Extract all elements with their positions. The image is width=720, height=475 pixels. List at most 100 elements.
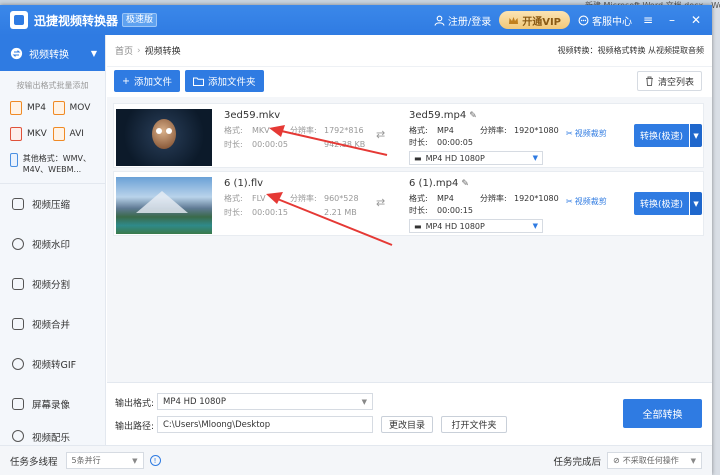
video-thumbnail (116, 177, 212, 234)
video-cut-link[interactable]: ✂ 视频裁剪 (566, 196, 607, 207)
vip-button[interactable]: 开通VIP (499, 11, 570, 29)
chevron-down-icon: ▼ (132, 456, 138, 465)
sidebar-active-label: 视频转换 (29, 49, 69, 61)
other-formats-label: 其他格式：WMV、M4V、WEBM... (22, 154, 91, 174)
convert-dropdown-icon[interactable]: ▼ (690, 124, 703, 147)
format-label: 格式: (224, 194, 243, 203)
output-format-select[interactable]: MP4 HD 1080P ▼ (157, 393, 373, 410)
threads-select[interactable]: 5条并行 ▼ (65, 452, 144, 469)
edit-name-icon[interactable]: ✎ (461, 179, 469, 189)
format-mkv[interactable]: MKV (10, 127, 53, 141)
convert-label[interactable]: 转换(极速) (634, 124, 690, 147)
support-link[interactable]: 客服中心 (578, 13, 632, 28)
folder-icon (192, 77, 204, 86)
thumbnail-figure (152, 119, 176, 149)
avi-file-icon (52, 127, 65, 141)
resolution-label: 分辨率: (290, 194, 317, 203)
convert-all-button[interactable]: 全部转换 (623, 399, 702, 428)
target-duration: 00:00:05 (437, 138, 473, 147)
chevron-down-icon: ▼ (532, 222, 538, 230)
cut-label: 视频裁剪 (574, 129, 607, 138)
target-filename-text: 6 (1).mp4 (409, 178, 459, 189)
output-settings: 输出格式: MP4 HD 1080P ▼ 输出路径: C:\Users\Mloo… (107, 382, 712, 445)
sidebar-item-split[interactable]: 视频分割 (0, 264, 105, 304)
scissors-icon: ✂ (566, 197, 573, 206)
breadcrumb-current: 视频转换 (144, 47, 181, 57)
convert-icon (10, 47, 23, 59)
format-mov[interactable]: MOV (52, 101, 96, 115)
format-label: MKV (27, 129, 47, 139)
video-thumbnail (116, 109, 212, 166)
clear-list-button[interactable]: 清空列表 (636, 71, 702, 91)
sidebar-item-video-convert[interactable]: 视频转换 ▼ (0, 35, 105, 71)
mp4-file-icon (10, 101, 22, 115)
convert-button[interactable]: 转换(极速) ▼ (634, 124, 703, 147)
format-avi[interactable]: AVI (52, 127, 96, 141)
target-filename: 3ed59.mp4 ✎ (409, 110, 477, 121)
sidebar-item-record[interactable]: 屏幕录像 (0, 384, 105, 424)
source-meta-line: 格式: FLV 分辨率: 960*528 (224, 193, 359, 204)
format-label: MOV (69, 103, 91, 113)
merge-icon (12, 318, 24, 330)
trash-icon (645, 76, 653, 86)
add-folder-button[interactable]: 添加文件夹 (184, 70, 264, 92)
thumbnail-eye-right (166, 128, 172, 134)
duration-label: 时长: (224, 140, 243, 149)
menu-icon[interactable]: ≡ (640, 13, 656, 27)
format-other[interactable]: 其他格式：WMV、M4V、WEBM... (0, 145, 105, 184)
close-icon[interactable]: ✕ (688, 13, 704, 27)
open-folder-button[interactable]: 打开文件夹 (441, 416, 507, 433)
output-path-value: C:\Users\Mloong\Desktop (163, 419, 271, 430)
cut-label: 视频裁剪 (574, 197, 607, 206)
target-format: MP4 (437, 194, 454, 203)
edit-name-icon[interactable]: ✎ (469, 111, 477, 121)
output-preset-select[interactable]: ▬ MP4 HD 1080P ▼ (409, 151, 543, 165)
output-path-label: 输出路径: (115, 422, 155, 432)
toolbar: + 添加文件 添加文件夹 清空列表 (107, 67, 712, 95)
video-cut-link[interactable]: ✂ 视频裁剪 (566, 128, 607, 139)
format-label: AVI (69, 129, 84, 139)
sidebar-item-watermark[interactable]: 视频水印 (0, 224, 105, 264)
desktop-background-right (712, 0, 720, 475)
file-row: 3ed59.mkv 格式: MKV 分辨率: 1792*816 时长: 00:00:05… (113, 103, 704, 168)
source-resolution: 1792*816 (324, 126, 364, 135)
sidebar-item-gif[interactable]: 视频转GIF (0, 344, 105, 384)
breadcrumb-home[interactable]: 首页 (115, 44, 133, 57)
minimize-icon[interactable]: – (664, 13, 680, 27)
login-link[interactable]: 注册/登录 (434, 13, 491, 28)
source-filename: 6 (1).flv (224, 178, 264, 189)
after-task-select[interactable]: ⊘ 不采取任何操作 ▼ (607, 452, 702, 469)
mov-file-icon (52, 101, 65, 115)
sidebar-item-label: 视频配乐 (32, 433, 71, 444)
sidebar-item-merge[interactable]: 视频合并 (0, 304, 105, 344)
format-label: MP4 (27, 103, 46, 113)
crown-icon (509, 16, 519, 24)
vip-label: 开通VIP (522, 16, 561, 28)
convert-dropdown-icon[interactable]: ▼ (690, 192, 703, 215)
sidebar-item-compress[interactable]: 视频压缩 (0, 184, 105, 224)
output-preset-select[interactable]: ▬ MP4 HD 1080P ▼ (409, 219, 543, 233)
chevron-down-icon: ▼ (361, 397, 367, 406)
add-file-label: 添加文件 (133, 77, 172, 88)
music-icon (12, 430, 24, 442)
shuffle-icon: ⇄ (376, 128, 386, 141)
sidebar-item-label: 视频水印 (32, 240, 71, 251)
after-task-value: 不采取任何操作 (622, 456, 679, 465)
app-logo (10, 11, 28, 29)
sidebar-item-label: 视频合并 (32, 320, 71, 331)
convert-button[interactable]: 转换(极速) ▼ (634, 192, 703, 215)
format-mp4[interactable]: MP4 (10, 101, 53, 115)
output-format-value: MP4 HD 1080P (163, 396, 226, 407)
output-path-field[interactable]: C:\Users\Mloong\Desktop (157, 416, 373, 433)
sidebar-item-label: 屏幕录像 (32, 400, 71, 411)
change-directory-button[interactable]: 更改目录 (381, 416, 433, 433)
sidebar-item-music[interactable]: 视频配乐 (0, 424, 105, 444)
duration-label: 时长: (224, 208, 243, 217)
info-icon[interactable]: ! (149, 455, 161, 466)
thumbnail-mountain (136, 191, 188, 213)
add-file-button[interactable]: + 添加文件 (114, 70, 180, 92)
convert-label[interactable]: 转换(极速) (634, 192, 690, 215)
threads-value: 5条并行 (71, 456, 101, 465)
edition-badge: 极速版 (122, 13, 158, 27)
chevron-down-icon: ▼ (90, 48, 97, 58)
